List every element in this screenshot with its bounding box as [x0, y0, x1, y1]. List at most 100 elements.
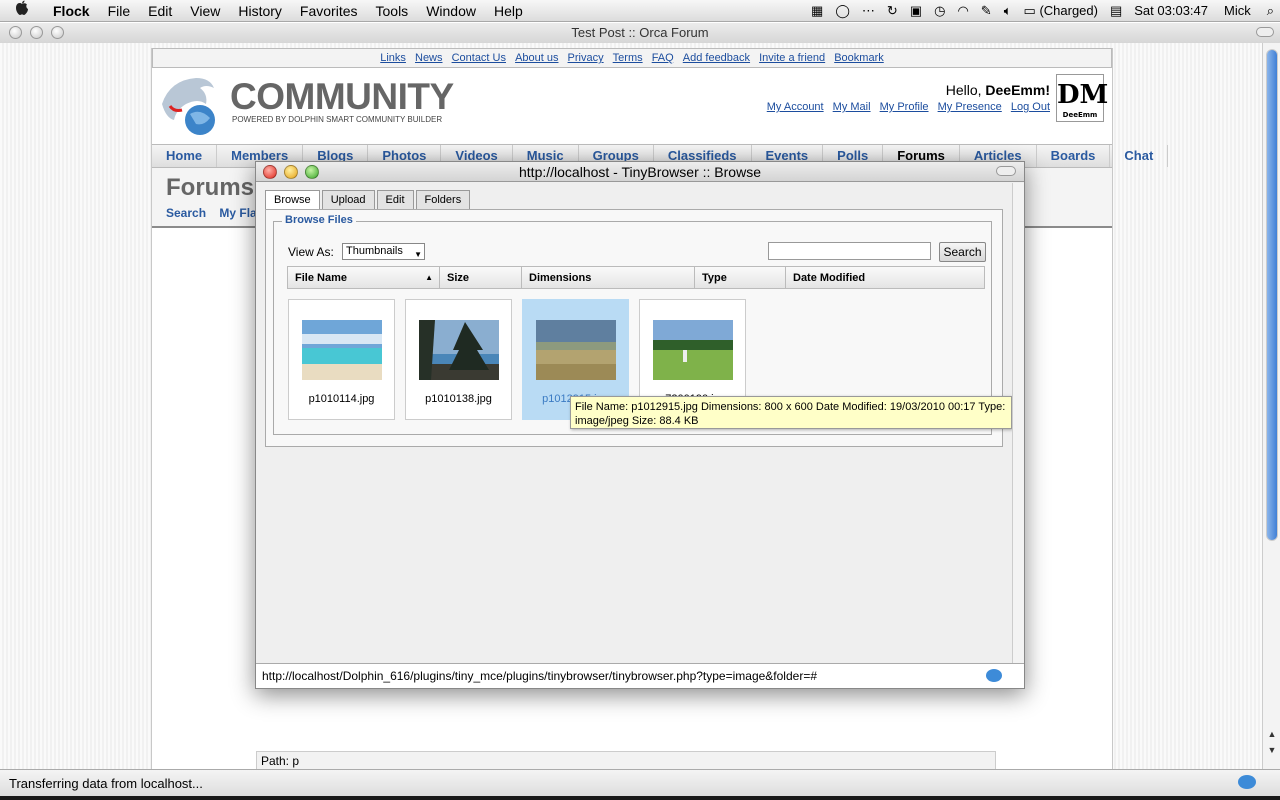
greeting: Hello, DeeEmm!: [946, 82, 1050, 98]
column-file-name[interactable]: File Name ▲: [288, 267, 440, 288]
battery-status[interactable]: ▭ (Charged): [1018, 0, 1104, 22]
column-dimensions[interactable]: Dimensions: [522, 267, 695, 288]
link-log-out[interactable]: Log Out: [1011, 101, 1050, 113]
tab-upload[interactable]: Upload: [321, 190, 375, 209]
menu-bar: Flock File Edit View History Favorites T…: [0, 0, 1280, 22]
scrollbar-thumb[interactable]: [1266, 49, 1278, 541]
nav-boards[interactable]: Boards: [1037, 145, 1111, 167]
link-bookmark[interactable]: Bookmark: [834, 52, 884, 64]
menu-window[interactable]: Window: [417, 0, 485, 22]
link-my-mail[interactable]: My Mail: [833, 101, 871, 113]
chat-bubble-icon[interactable]: [1238, 775, 1256, 789]
column-type[interactable]: Type: [695, 267, 786, 288]
popup-title: http://localhost - TinyBrowser :: Browse: [519, 164, 761, 180]
file-thumbnail[interactable]: p1010138.jpg: [405, 299, 512, 420]
popup-close-button[interactable]: [263, 165, 277, 179]
menu-file[interactable]: File: [99, 0, 140, 22]
link-links[interactable]: Links: [380, 52, 406, 64]
spotlight-icon[interactable]: ⌕: [1261, 0, 1280, 22]
search-button[interactable]: Search: [939, 242, 986, 262]
scroll-down-icon[interactable]: ▼: [1263, 743, 1280, 757]
menu-edit[interactable]: Edit: [139, 0, 181, 22]
tab-folders[interactable]: Folders: [415, 190, 471, 209]
link-about-us[interactable]: About us: [515, 52, 558, 64]
nav-chat[interactable]: Chat: [1110, 145, 1169, 167]
link-my-account[interactable]: My Account: [767, 101, 824, 113]
window-close-button[interactable]: [9, 26, 22, 39]
tray-number-icon[interactable]: ▣: [904, 0, 928, 22]
pine-tree-photo-image: [419, 320, 499, 380]
tray-app-icon[interactable]: ▦: [805, 0, 829, 22]
site-logo-title: COMMUNITY: [230, 76, 454, 117]
browser-title-bar: Test Post :: Orca Forum: [0, 23, 1280, 43]
popup-tabs: Browse Upload Edit Folders: [265, 190, 472, 209]
toolbar-toggle-button[interactable]: [1256, 27, 1274, 37]
link-news[interactable]: News: [415, 52, 443, 64]
menu-favorites[interactable]: Favorites: [291, 0, 367, 22]
tinybrowser-popup: http://localhost - TinyBrowser :: Browse…: [255, 161, 1025, 689]
menu-history[interactable]: History: [229, 0, 291, 22]
search-input[interactable]: [768, 242, 931, 260]
window-minimize-button[interactable]: [30, 26, 43, 39]
chat-bubble-icon[interactable]: [986, 669, 1002, 682]
dolphin-logo-icon[interactable]: [156, 74, 222, 138]
menu-tools[interactable]: Tools: [367, 0, 418, 22]
popup-title-bar: http://localhost - TinyBrowser :: Browse: [256, 162, 1024, 182]
window-title: Test Post :: Orca Forum: [571, 25, 709, 40]
pen-icon[interactable]: ✎: [975, 0, 998, 22]
menu-view[interactable]: View: [181, 0, 229, 22]
tray-dots-icon[interactable]: ⋯: [856, 0, 881, 22]
sort-ascending-icon: ▲: [425, 273, 433, 282]
page-scrollbar[interactable]: ▲ ▼: [1262, 43, 1280, 769]
column-file-name-label: File Name: [295, 272, 347, 284]
menu-clock[interactable]: Sat 03:03:47: [1128, 0, 1214, 22]
file-name: p1010138.jpg: [425, 393, 492, 405]
avatar[interactable]: DM DeeEmm: [1056, 74, 1108, 122]
greeting-name: DeeEmm!: [985, 82, 1050, 98]
chevron-down-icon: ▼: [414, 250, 422, 259]
greeting-prefix: Hello,: [945, 82, 986, 98]
view-as-label: View As:: [288, 245, 334, 259]
tab-edit[interactable]: Edit: [376, 190, 414, 209]
page-title: Forums: [166, 174, 255, 201]
link-privacy[interactable]: Privacy: [568, 52, 604, 64]
nav-home[interactable]: Home: [152, 145, 218, 167]
column-date-modified[interactable]: Date Modified: [786, 267, 984, 288]
link-invite-friend[interactable]: Invite a friend: [759, 52, 825, 64]
view-as-select[interactable]: Thumbnails ▼: [342, 243, 425, 260]
status-bar: Transferring data from localhost...: [0, 769, 1280, 796]
window-zoom-button[interactable]: [51, 26, 64, 39]
avatar-caption: DeeEmm: [1062, 111, 1098, 119]
time-machine-icon[interactable]: ◷: [928, 0, 951, 22]
link-faq[interactable]: FAQ: [652, 52, 674, 64]
popup-toolbar-toggle[interactable]: [996, 166, 1016, 176]
wifi-icon[interactable]: ◠: [951, 0, 974, 22]
calendar-icon[interactable]: ▤: [1104, 0, 1128, 22]
browse-files-legend: Browse Files: [282, 214, 356, 226]
scroll-up-icon[interactable]: ▲: [1263, 727, 1280, 741]
popup-scrollbar[interactable]: [1012, 183, 1024, 663]
menu-app-flock[interactable]: Flock: [44, 0, 99, 22]
tab-browse[interactable]: Browse: [265, 190, 320, 209]
beach-photo-image: [302, 320, 382, 380]
link-add-feedback[interactable]: Add feedback: [683, 52, 750, 64]
sync-icon[interactable]: ↻: [881, 0, 904, 22]
link-terms[interactable]: Terms: [613, 52, 643, 64]
file-name: p1010114.jpg: [308, 393, 375, 405]
link-my-presence[interactable]: My Presence: [938, 101, 1002, 113]
file-info-tooltip: File Name: p1012915.jpg Dimensions: 800 …: [570, 396, 1012, 429]
status-text: Transferring data from localhost...: [9, 776, 203, 791]
menu-user[interactable]: Mick: [1214, 0, 1261, 22]
volume-icon[interactable]: 🔈︎: [998, 0, 1018, 22]
apple-menu-icon[interactable]: [0, 0, 44, 21]
forum-sub-links[interactable]: Search My Fla: [166, 206, 257, 220]
menu-help[interactable]: Help: [485, 0, 532, 22]
user-links: My Account My Mail My Profile My Presenc…: [761, 101, 1050, 113]
column-size[interactable]: Size: [440, 267, 522, 288]
popup-zoom-button[interactable]: [305, 165, 319, 179]
tray-circle-icon[interactable]: ◯: [829, 0, 856, 22]
link-contact-us[interactable]: Contact Us: [452, 52, 506, 64]
file-thumbnail[interactable]: p1010114.jpg: [288, 299, 395, 420]
popup-minimize-button[interactable]: [284, 165, 298, 179]
link-my-profile[interactable]: My Profile: [880, 101, 929, 113]
